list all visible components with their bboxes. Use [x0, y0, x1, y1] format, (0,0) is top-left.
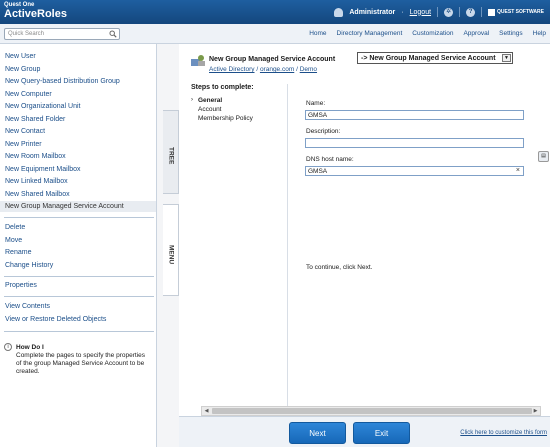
sidebar-item-new-printer[interactable]: New Printer: [5, 141, 42, 148]
sidebar-item-delete[interactable]: Delete: [5, 224, 25, 231]
nav-customization[interactable]: Customization: [412, 30, 453, 37]
sidebar-item-change-history[interactable]: Change History: [5, 262, 53, 269]
tab-tree[interactable]: TREE: [163, 110, 179, 194]
wizard-area: New Group Managed Service Account Active…: [179, 44, 550, 447]
step-account[interactable]: Account: [198, 106, 222, 113]
gear-icon[interactable]: ✲: [444, 7, 454, 17]
sidebar-item-new-equipment-mailbox[interactable]: New Equipment Mailbox: [5, 166, 80, 173]
step-general[interactable]: General: [198, 97, 222, 104]
general-form: Name: GMSA Description: DNS host name: G…: [287, 84, 550, 409]
exit-button[interactable]: Exit: [353, 422, 410, 444]
sidebar-divider: [4, 217, 154, 218]
customize-form-link[interactable]: Click here to customize this form: [460, 430, 547, 436]
separator: [437, 7, 439, 17]
clear-icon[interactable]: ×: [516, 167, 520, 174]
sidebar-item-new-shared-folder[interactable]: New Shared Folder: [5, 116, 65, 123]
how-do-i-panel: i How Do I Complete the pages to specify…: [4, 343, 152, 376]
sidebar-item-new-shared-mailbox[interactable]: New Shared Mailbox: [5, 191, 70, 198]
sidebar-item-new-computer[interactable]: New Computer: [5, 91, 52, 98]
breadcrumb-ou[interactable]: Demo: [300, 66, 317, 73]
top-header: Quest One ActiveRoles Administrator · Lo…: [0, 0, 550, 24]
dns-host-name-field[interactable]: GMSA ×: [305, 166, 524, 176]
user-area: Administrator · Logout ✲ ? QUEST SOFTWAR…: [334, 6, 544, 18]
sidebar-item-new-user[interactable]: New User: [5, 53, 36, 60]
current-step-arrow-icon: ›: [191, 97, 193, 103]
nav-directory-management[interactable]: Directory Management: [337, 30, 403, 37]
main-nav: Home Directory Management Customization …: [309, 30, 546, 37]
breadcrumb: Active Directory / orange.com / Demo: [209, 66, 318, 73]
separator: [481, 7, 483, 17]
service-account-icon: [191, 55, 205, 66]
sidebar-item-view-contents[interactable]: View Contents: [5, 303, 50, 310]
sidebar-item-new-room-mailbox[interactable]: New Room Mailbox: [5, 153, 66, 160]
description-label: Description:: [306, 128, 341, 135]
sidebar-item-new-ou[interactable]: New Organizational Unit: [5, 103, 80, 110]
form-settings-icon[interactable]: ▤: [538, 151, 549, 162]
name-label: Name:: [306, 100, 326, 107]
logout-link[interactable]: Logout: [410, 9, 431, 16]
separator: [459, 7, 461, 17]
lightbulb-icon: i: [4, 343, 12, 351]
steps-title: Steps to complete:: [191, 84, 254, 91]
breadcrumb-active-directory[interactable]: Active Directory: [209, 66, 255, 73]
help-icon[interactable]: ?: [466, 7, 476, 17]
sidebar-item-new-linked-mailbox[interactable]: New Linked Mailbox: [5, 178, 68, 185]
scrollbar-thumb[interactable]: [212, 408, 532, 414]
tab-menu[interactable]: MENU: [163, 204, 179, 296]
user-name: Administrator: [349, 8, 396, 16]
search-icon[interactable]: [109, 30, 117, 38]
nav-home[interactable]: Home: [309, 30, 326, 37]
object-type-select[interactable]: -> New Group Managed Service Account ▼: [357, 52, 513, 64]
chevron-down-icon[interactable]: ▼: [502, 54, 511, 62]
side-tabs: TREE MENU: [157, 44, 179, 447]
breadcrumb-domain[interactable]: orange.com: [260, 66, 294, 73]
name-field[interactable]: GMSA: [305, 110, 524, 120]
sidebar-item-new-group[interactable]: New Group: [5, 66, 40, 73]
how-do-i-text: Complete the pages to specify the proper…: [16, 352, 145, 375]
sidebar-item-new-contact[interactable]: New Contact: [5, 128, 45, 135]
sidebar-item-new-gmsa[interactable]: New Group Managed Service Account: [0, 201, 156, 212]
brand-main: ActiveRoles: [4, 8, 67, 20]
search-input[interactable]: Quick Search: [4, 28, 120, 40]
nav-approval[interactable]: Approval: [463, 30, 489, 37]
how-do-i-title: How Do I: [16, 344, 44, 351]
wizard-title: New Group Managed Service Account: [209, 56, 336, 63]
next-button[interactable]: Next: [289, 422, 346, 444]
product-logo: Quest One ActiveRoles: [4, 2, 67, 20]
sidebar-divider: [4, 296, 154, 297]
nav-settings[interactable]: Settings: [499, 30, 523, 37]
sidebar-divider: [4, 331, 154, 332]
nav-bar: Quick Search Home Directory Management C…: [0, 24, 550, 44]
horizontal-scrollbar[interactable]: ◀ ▶: [201, 406, 541, 416]
steps-panel: Steps to complete: › General Account Mem…: [191, 84, 287, 409]
dns-host-name-label: DNS host name:: [306, 156, 354, 163]
continue-hint: To continue, click Next.: [306, 264, 373, 271]
sidebar-item-view-restore-deleted[interactable]: View or Restore Deleted Objects: [5, 316, 106, 323]
description-field[interactable]: [305, 138, 524, 148]
step-membership-policy[interactable]: Membership Policy: [198, 115, 253, 122]
wizard-footer: Next Exit Click here to customize this f…: [179, 416, 550, 447]
sidebar-item-rename[interactable]: Rename: [5, 249, 31, 256]
sidebar-item-new-query-group[interactable]: New Query-based Distribution Group: [5, 78, 120, 85]
scroll-right-icon[interactable]: ▶: [531, 407, 540, 415]
nav-help[interactable]: Help: [533, 30, 546, 37]
scroll-left-icon[interactable]: ◀: [202, 407, 211, 415]
sidebar-divider: [4, 276, 154, 277]
action-sidebar: New User New Group New Query-based Distr…: [0, 44, 157, 447]
quest-logo-icon: [488, 8, 496, 16]
sidebar-item-move[interactable]: Move: [5, 237, 22, 244]
vendor-logo: QUEST SOFTWARE: [488, 8, 544, 16]
user-icon: [334, 7, 344, 17]
sidebar-item-properties[interactable]: Properties: [5, 282, 37, 289]
